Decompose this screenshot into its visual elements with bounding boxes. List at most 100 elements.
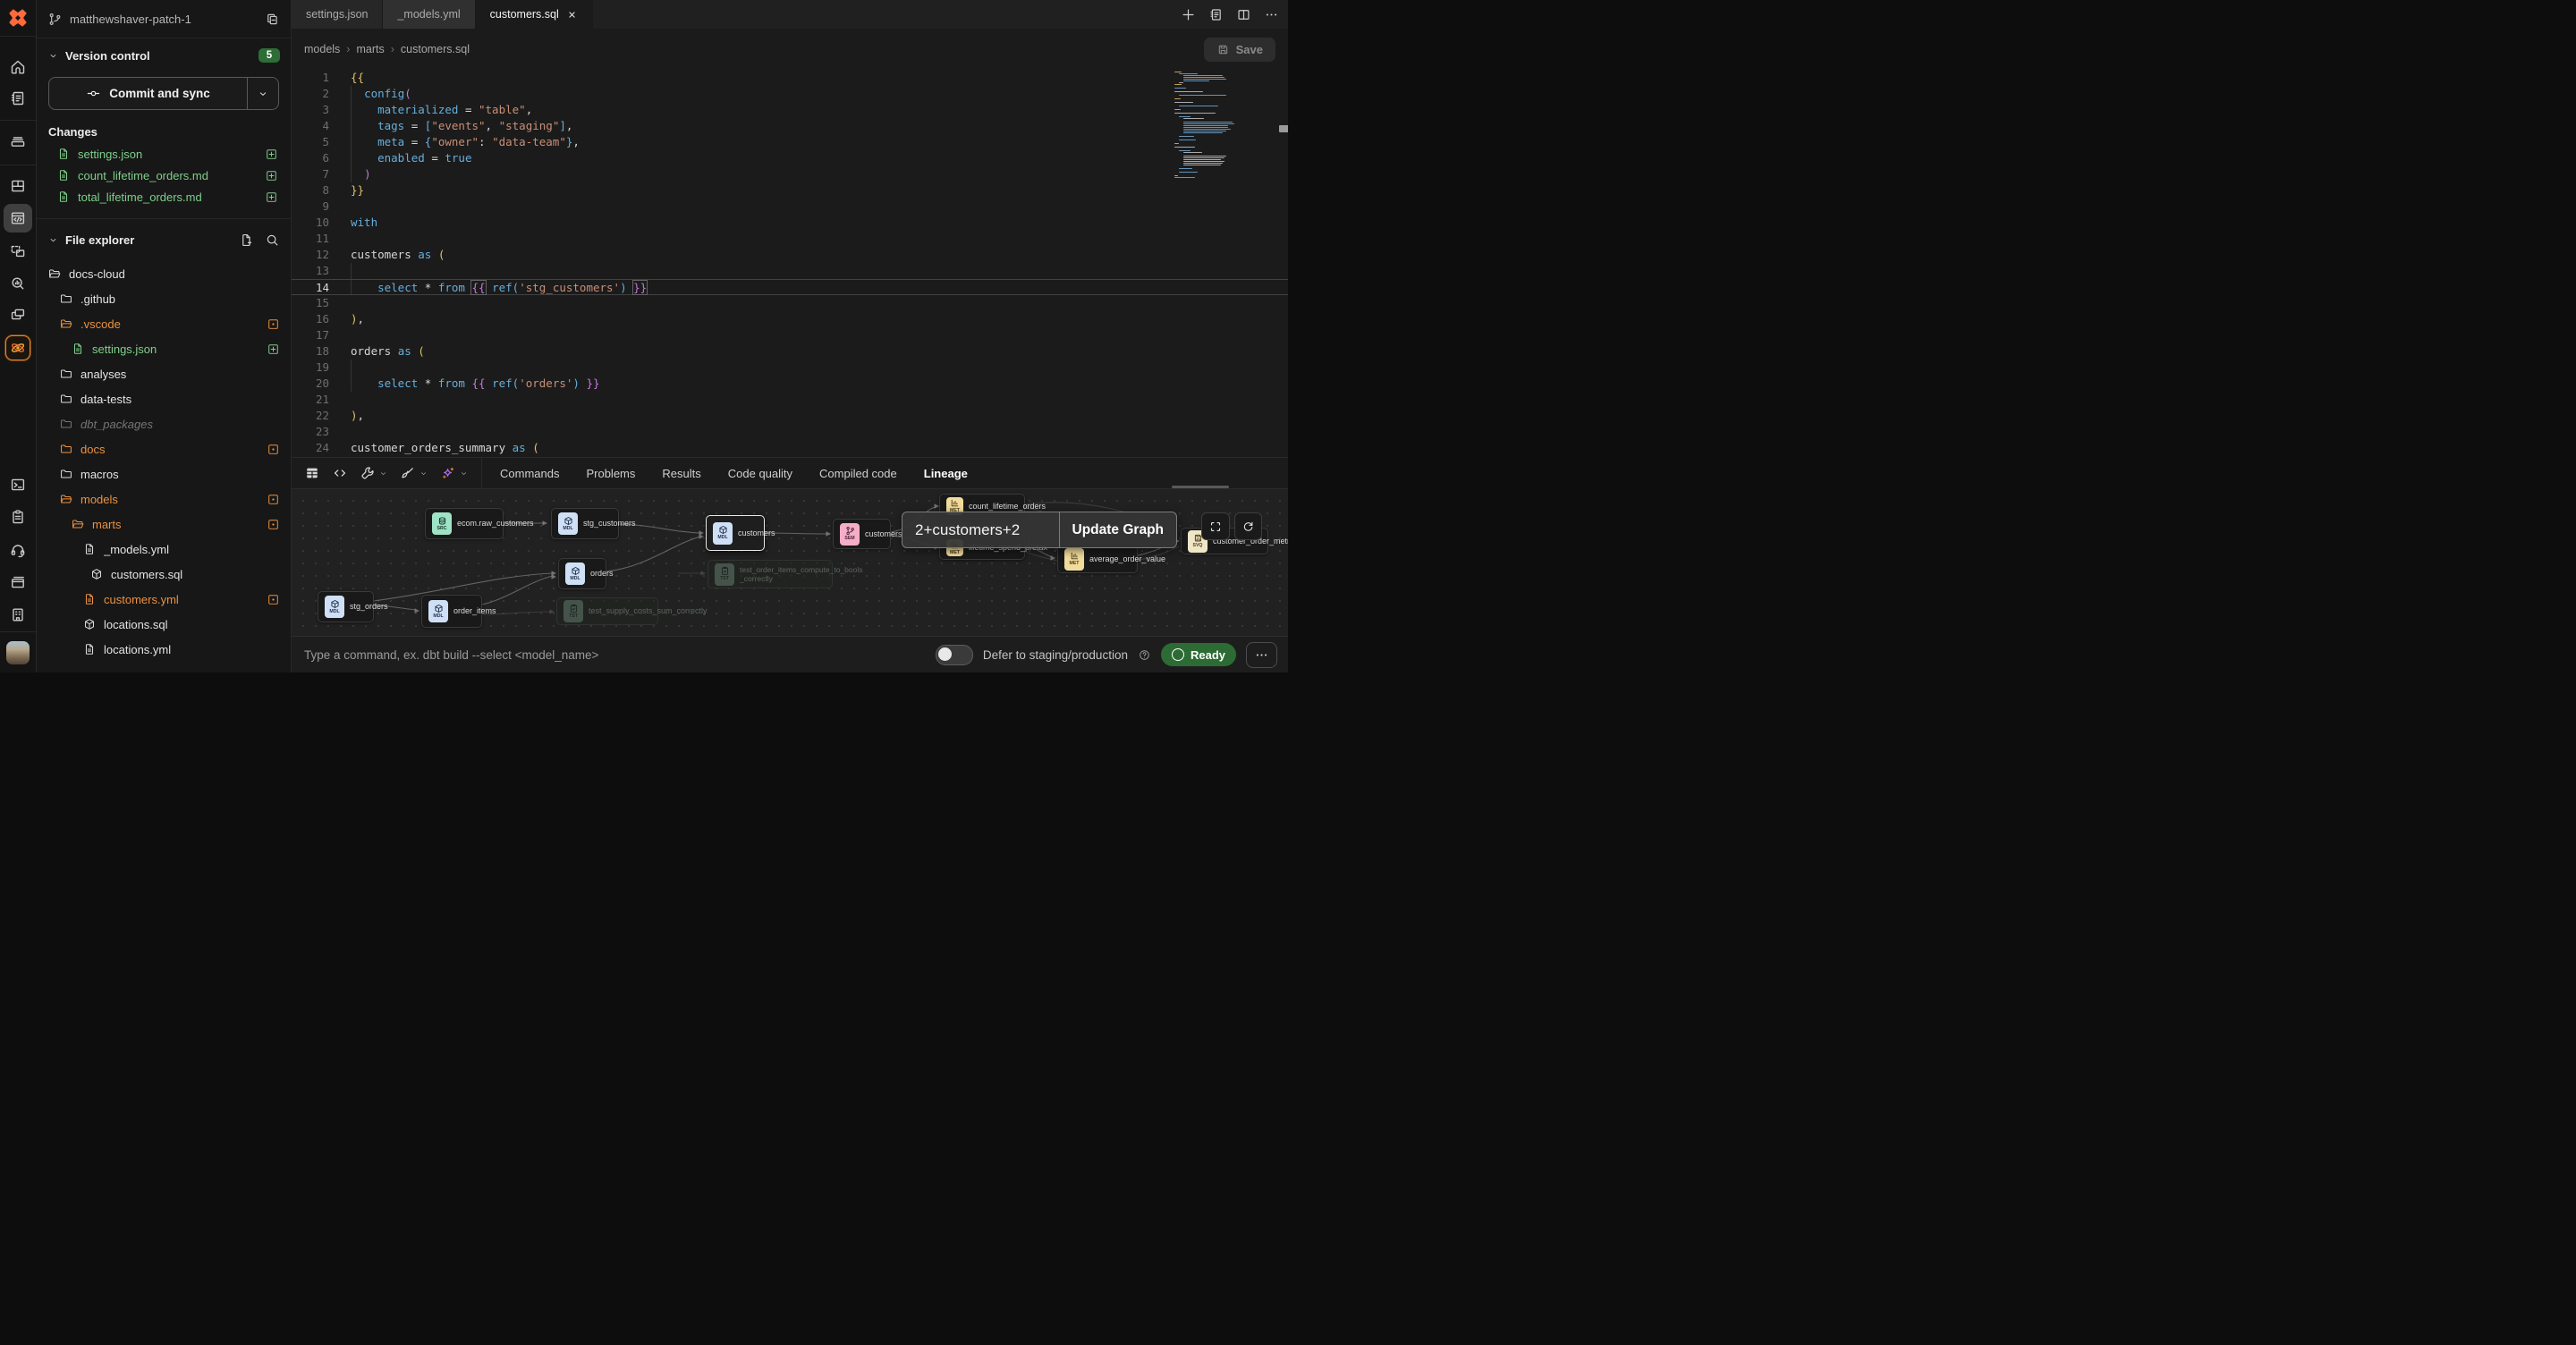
editor-tab-_models.yml[interactable]: _models.yml (383, 0, 475, 29)
code-line-13[interactable]: 13 (292, 263, 1288, 279)
code-line-24[interactable]: 24customer_orders_summary as ( (292, 440, 1288, 456)
ide-status-badge[interactable]: Ready (1161, 643, 1236, 666)
lineage-node-test_order_items_compute_to_bools[interactable]: TSTtest_order_items_compute_to_bools _co… (708, 560, 833, 588)
tree-item-.vscode[interactable]: .vscode (37, 311, 291, 336)
changed-file-settings.json[interactable]: settings.json (37, 143, 291, 165)
file-explorer-header[interactable]: File explorer (47, 227, 280, 252)
notebook-icon[interactable] (1208, 7, 1224, 22)
code-line-1[interactable]: 1{{ (292, 70, 1288, 86)
tree-item-customers.yml[interactable]: customers.yml (37, 587, 291, 612)
code-line-2[interactable]: 2 config( (292, 86, 1288, 102)
lineage-node-customers[interactable]: SEMcustomers (833, 519, 891, 549)
code-line-11[interactable]: 11 (292, 231, 1288, 247)
code-line-18[interactable]: 18orders as ( (292, 343, 1288, 360)
tree-item-locations.yml[interactable]: locations.yml (37, 637, 291, 662)
tree-item-dbt_packages[interactable]: dbt_packages (37, 411, 291, 436)
help-icon[interactable] (1138, 648, 1151, 662)
code-line-20[interactable]: 20 select * from {{ ref('orders') }} (292, 376, 1288, 392)
panel-tab-commands[interactable]: Commands (500, 467, 559, 480)
panel-tab-results[interactable]: Results (662, 467, 700, 480)
rail-item-sessions-icon[interactable] (9, 306, 27, 324)
ai-assist-icon[interactable] (440, 465, 469, 481)
branch-name[interactable]: matthewshaver-patch-1 (70, 13, 258, 26)
more-options-button[interactable] (1246, 642, 1277, 668)
stage-plus-icon[interactable] (265, 148, 278, 161)
code-line-6[interactable]: 6 enabled = true (292, 150, 1288, 166)
panel-tab-compiled-code[interactable]: Compiled code (819, 467, 897, 480)
lineage-node-stg_orders[interactable]: MDLstg_orders (318, 591, 374, 622)
lineage-node-test_supply_costs_sum_correctly[interactable]: TSTtest_supply_costs_sum_correctly (556, 597, 658, 625)
code-line-3[interactable]: 3 materialized = "table", (292, 102, 1288, 118)
lineage-fullscreen-button[interactable] (1201, 512, 1230, 540)
changed-file-count_lifetime_orders.md[interactable]: count_lifetime_orders.md (37, 165, 291, 186)
build-tools-icon[interactable] (360, 465, 388, 481)
panel-tab-problems[interactable]: Problems (586, 467, 635, 480)
tree-item-models[interactable]: models (37, 486, 291, 512)
copy-branch-icon[interactable] (265, 12, 280, 27)
format-tools-icon[interactable] (400, 465, 428, 481)
new-file-icon[interactable] (239, 233, 254, 248)
lineage-select-input[interactable]: 2+customers+2 (902, 512, 1059, 547)
rail-item-organization-icon[interactable] (9, 605, 27, 623)
more-icon[interactable] (1264, 7, 1279, 22)
code-line-14[interactable]: 14 select * from {{ ref('stg_customers')… (292, 279, 1288, 295)
code-line-4[interactable]: 4 tags = ["events", "staging"], (292, 118, 1288, 134)
commit-and-sync-button[interactable]: Commit and sync (48, 77, 279, 110)
rail-item-projects-icon[interactable] (9, 132, 27, 150)
lineage-node-order_items[interactable]: MDLorder_items (421, 595, 482, 628)
lineage-node-orders[interactable]: MDLorders (558, 558, 606, 589)
minimap[interactable] (1173, 72, 1237, 179)
tree-item-data-tests[interactable]: data-tests (37, 386, 291, 411)
rail-item-home-icon[interactable] (9, 58, 27, 76)
tree-item-settings.json[interactable]: settings.json (37, 336, 291, 361)
code-line-22[interactable]: 22), (292, 408, 1288, 424)
panel-tab-code-quality[interactable]: Code quality (728, 467, 792, 480)
tree-item-_models.yml[interactable]: _models.yml (37, 537, 291, 562)
code-line-12[interactable]: 12customers as ( (292, 247, 1288, 263)
lineage-node-stg_customers[interactable]: MDLstg_customers (551, 508, 619, 539)
tree-item-macros[interactable]: macros (37, 461, 291, 486)
stage-plus-icon[interactable] (265, 169, 278, 182)
rail-item-apps-icon[interactable] (9, 573, 27, 591)
code-line-15[interactable]: 15 (292, 295, 1288, 311)
results-table-icon[interactable] (304, 465, 320, 481)
rail-item-support-icon[interactable] (9, 541, 27, 559)
changed-file-total_lifetime_orders.md[interactable]: total_lifetime_orders.md (37, 186, 291, 207)
close-icon[interactable] (566, 9, 578, 21)
rail-item-terminal-icon[interactable] (9, 476, 27, 494)
code-line-23[interactable]: 23 (292, 424, 1288, 440)
code-line-9[interactable]: 9 (292, 199, 1288, 215)
user-avatar[interactable] (6, 641, 30, 664)
split-editor-icon[interactable] (1236, 7, 1251, 22)
update-graph-button[interactable]: Update Graph (1059, 512, 1176, 547)
lineage-refresh-button[interactable] (1234, 512, 1262, 540)
tree-item-marts[interactable]: marts (37, 512, 291, 537)
breadcrumb-file[interactable]: customers.sql (401, 43, 470, 55)
code-editor[interactable]: 1{{2 config(3 materialized = "table",4 t… (292, 70, 1288, 457)
rail-item-code-editor-icon[interactable] (4, 204, 32, 233)
dbt-logo-icon[interactable] (8, 8, 28, 28)
rail-item-dashboards-icon[interactable] (9, 177, 27, 195)
save-button[interactable]: Save (1204, 38, 1275, 62)
lineage-graph[interactable]: SRCecom.raw_customers MDLstg_customers MDL… (292, 489, 1288, 636)
search-icon[interactable] (265, 233, 280, 248)
tree-item-docs[interactable]: docs (37, 436, 291, 461)
commit-and-sync-main[interactable]: Commit and sync (49, 78, 247, 109)
tree-item-analyses[interactable]: analyses (37, 361, 291, 386)
code-line-8[interactable]: 8}} (292, 182, 1288, 199)
tree-item-.github[interactable]: .github (37, 286, 291, 311)
new-tab-icon[interactable] (1181, 7, 1196, 22)
version-control-header[interactable]: Version control 5 (47, 43, 280, 68)
defer-toggle[interactable] (936, 645, 973, 665)
scrollbar-thumb[interactable] (1279, 125, 1288, 132)
code-line-5[interactable]: 5 meta = {"owner": "data-team"}, (292, 134, 1288, 150)
lineage-node-ecom.raw_customers[interactable]: SRCecom.raw_customers (425, 508, 504, 539)
code-line-21[interactable]: 21 (292, 392, 1288, 408)
tree-item-locations.sql[interactable]: locations.sql (37, 612, 291, 637)
code-line-16[interactable]: 16), (292, 311, 1288, 327)
editor-tab-customers.sql[interactable]: customers.sql (476, 0, 593, 29)
code-line-10[interactable]: 10with (292, 215, 1288, 231)
tree-item-docs-cloud[interactable]: docs-cloud (37, 261, 291, 286)
rail-item-tasks-icon[interactable] (9, 508, 27, 526)
lineage-node-average_order_value[interactable]: METaverage_order_value (1057, 545, 1138, 573)
